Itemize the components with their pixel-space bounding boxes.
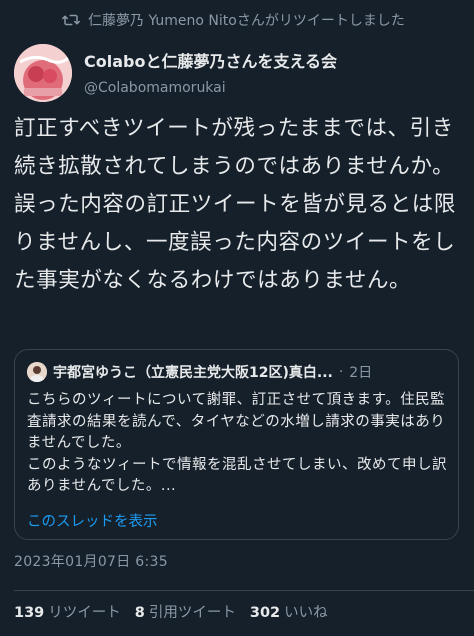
author-display-name[interactable]: Colaboと仁藤夢乃さんを支える会 bbox=[84, 48, 337, 72]
quoted-tweet-text: こちらのツィートについて謝罪、訂正させて頂きます。住民監査請求の結果を読んで、タ… bbox=[27, 392, 447, 494]
like-count-label: いいね bbox=[284, 605, 328, 621]
tweet-header: Colaboと仁藤夢乃さんを支える会 @Colabomamorukai bbox=[14, 44, 337, 102]
tweet-text: 訂正すべきツイートが残ったままでは、引き続き拡散されてしまうのではありませんか。… bbox=[14, 116, 457, 293]
quote-count-label: 引用ツイート bbox=[148, 605, 236, 621]
retweet-count-label: リツイート bbox=[48, 605, 121, 621]
like-count[interactable]: 302 いいね bbox=[250, 601, 328, 622]
retweet-text: 仁藤夢乃 Yumeno Nitoさんがリツイートしました bbox=[88, 13, 405, 29]
quoted-separator: · bbox=[338, 364, 344, 380]
quote-count[interactable]: 8 引用ツイート bbox=[135, 601, 236, 622]
tweet-stats: 139 リツイート 8 引用ツイート 302 いいね bbox=[14, 601, 328, 622]
retweet-icon bbox=[62, 14, 80, 26]
like-count-number: 302 bbox=[249, 605, 281, 621]
avatar[interactable] bbox=[14, 44, 72, 102]
divider bbox=[14, 590, 474, 591]
quoted-author-name: 宇都宮ゆうこ（立憲民主党大阪12区)真白... bbox=[53, 365, 333, 381]
quoted-time: 2日 bbox=[349, 365, 373, 381]
quoted-tweet-header: 宇都宮ゆうこ（立憲民主党大阪12区)真白... · 2日 bbox=[27, 362, 372, 382]
show-thread-link[interactable]: このスレッドを表示 bbox=[27, 510, 158, 531]
retweet-count-number: 139 bbox=[14, 605, 45, 621]
avatar-image bbox=[14, 44, 72, 102]
retweet-context[interactable]: 仁藤夢乃 Yumeno Nitoさんがリツイートしました bbox=[62, 10, 405, 30]
quoted-tweet[interactable]: 宇都宮ゆうこ（立憲民主党大阪12区)真白... · 2日 こちらのツィートについ… bbox=[14, 349, 459, 540]
tweet-timestamp[interactable]: 2023年01月07日 6:35 bbox=[14, 551, 168, 571]
retweet-count[interactable]: 139 リツイート bbox=[14, 601, 121, 622]
quoted-author-avatar bbox=[27, 362, 47, 382]
quote-count-number: 8 bbox=[134, 605, 145, 621]
author-handle[interactable]: @Colabomamorukai bbox=[84, 80, 337, 96]
